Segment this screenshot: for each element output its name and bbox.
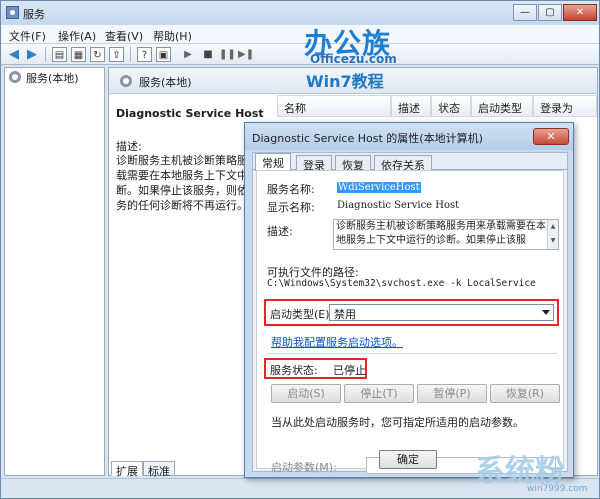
- service-name-value[interactable]: WdiServiceHost: [337, 182, 421, 193]
- startup-type-label: 启动类型(E):: [270, 308, 334, 321]
- show-tree-icon[interactable]: ▤: [52, 47, 67, 62]
- tab-log-on[interactable]: 登录: [296, 155, 332, 172]
- column-header-startup-type[interactable]: 启动类型: [471, 95, 533, 117]
- general-tab-panel: 服务名称: WdiServiceHost 显示名称: Diagnostic Se…: [256, 170, 564, 474]
- service-status-label: 服务状态:: [270, 364, 318, 377]
- description-box[interactable]: 诊断服务主机被诊断策略服务用来承载需要在本地服务上下文中运行的诊断。如果停止该服…: [333, 219, 559, 250]
- forward-arrow-icon[interactable]: ▶: [24, 47, 40, 62]
- minimize-button[interactable]: —: [513, 4, 537, 21]
- export-icon[interactable]: ⇪: [109, 47, 124, 62]
- dialog-tabs: 常规 登录 恢复 依存关系: [253, 153, 567, 172]
- start-button[interactable]: 启动(S): [271, 384, 341, 403]
- close-button[interactable]: ✕: [563, 4, 597, 21]
- path-value: C:\Windows\System32\svchost.exe -k Local…: [267, 278, 536, 289]
- tree-item-label: 服务(本地): [26, 72, 79, 85]
- play-icon[interactable]: ▶: [180, 47, 196, 62]
- tree-pane: 服务(本地): [4, 67, 105, 476]
- description-line: 断。如果停止该服务，则依赖: [116, 184, 259, 197]
- tree-item-services-local[interactable]: 服务(本地): [9, 70, 79, 86]
- tab-dependencies[interactable]: 依存关系: [374, 155, 432, 172]
- description-text: 诊断服务主机被诊断策略服务用来承载需要在本地服务上下文中运行的诊断。如果停止该服: [336, 221, 546, 246]
- restart-icon[interactable]: ▶❚: [238, 47, 254, 62]
- column-header-name[interactable]: 名称: [277, 95, 391, 117]
- watermark-win7: Win7教程: [306, 72, 384, 91]
- toolbar-divider: [45, 47, 46, 62]
- help-icon[interactable]: ?: [137, 47, 152, 62]
- officezu-watermark: 办公族 Officezu.com Win7教程: [298, 22, 458, 94]
- display-name-value: Diagnostic Service Host: [337, 200, 460, 211]
- selected-service-name: Diagnostic Service Host: [116, 107, 264, 120]
- stop-icon[interactable]: ■: [200, 47, 216, 62]
- divider: [267, 353, 557, 354]
- tab-extended[interactable]: 扩展: [111, 461, 143, 478]
- ok-button[interactable]: 确定: [379, 450, 437, 469]
- gear-icon: [120, 75, 132, 87]
- maximize-button[interactable]: ▢: [538, 4, 562, 21]
- resume-button[interactable]: 恢复(R): [490, 384, 560, 403]
- dialog-title-bar[interactable]: Diagnostic Service Host 的属性(本地计算机) ✕: [245, 123, 573, 150]
- properties-dialog: Diagnostic Service Host 的属性(本地计算机) ✕ 常规 …: [244, 122, 574, 478]
- menu-help[interactable]: 帮助(H): [153, 28, 192, 44]
- service-name-label: 服务名称:: [267, 183, 315, 196]
- description-label: 描述:: [267, 225, 293, 238]
- tab-general[interactable]: 常规: [255, 153, 291, 171]
- dialog-close-button[interactable]: ✕: [533, 128, 569, 145]
- services-app-icon: [6, 6, 19, 19]
- watermark-site: Officezu.com: [310, 52, 397, 66]
- stop-button[interactable]: 停止(T): [344, 384, 414, 403]
- toolbar-divider: [130, 47, 131, 62]
- column-header-description[interactable]: 描述: [391, 95, 431, 117]
- pane-header-label: 服务(本地): [139, 76, 192, 89]
- column-header-log-on-as[interactable]: 登录为: [533, 95, 597, 117]
- start-parameters-label: 启动参数(M):: [271, 461, 337, 474]
- properties-icon[interactable]: ▣: [156, 47, 171, 62]
- description-line: 诊断服务主机被诊断策略服务: [116, 154, 259, 167]
- description-line: 载需要在本地服务上下文中运: [116, 169, 259, 182]
- menu-view[interactable]: 查看(V): [105, 28, 143, 44]
- corner-watermark-url: win7999.com: [527, 484, 588, 494]
- description-line: 务的任何诊断将不再运行。: [116, 199, 248, 212]
- back-arrow-icon[interactable]: ◀: [6, 47, 22, 62]
- window-title: 服务: [23, 8, 45, 21]
- menu-file[interactable]: 文件(F): [9, 28, 46, 44]
- chevron-down-icon: [542, 310, 550, 315]
- startup-type-value: 禁用: [334, 308, 356, 321]
- gear-icon: [9, 71, 21, 83]
- dialog-body: 常规 登录 恢复 依存关系 服务名称: WdiServiceHost 显示名称:…: [252, 152, 568, 474]
- pause-icon[interactable]: ❚❚: [219, 47, 236, 62]
- tab-standard[interactable]: 标准: [143, 461, 175, 478]
- startup-type-select[interactable]: 禁用: [329, 304, 554, 321]
- menu-action[interactable]: 操作(A): [58, 28, 96, 44]
- description-scrollbar[interactable]: ▲ ▼: [547, 220, 558, 249]
- display-name-label: 显示名称:: [267, 201, 315, 214]
- dialog-title: Diagnostic Service Host 的属性(本地计算机): [252, 132, 483, 145]
- column-header-status[interactable]: 状态: [431, 95, 471, 117]
- help-configure-link[interactable]: 帮助我配置服务启动选项。: [271, 334, 403, 350]
- console-icon[interactable]: ▦: [71, 47, 86, 62]
- corner-watermark: 系统粉 win7999.com: [455, 440, 600, 499]
- pause-button[interactable]: 暂停(P): [417, 384, 487, 403]
- start-parameters-hint: 当从此处启动服务时，您可指定所适用的启动参数。: [271, 416, 524, 429]
- tab-recovery[interactable]: 恢复: [335, 155, 371, 172]
- refresh-icon[interactable]: ↻: [90, 47, 105, 62]
- service-status-value: 已停止: [333, 364, 366, 377]
